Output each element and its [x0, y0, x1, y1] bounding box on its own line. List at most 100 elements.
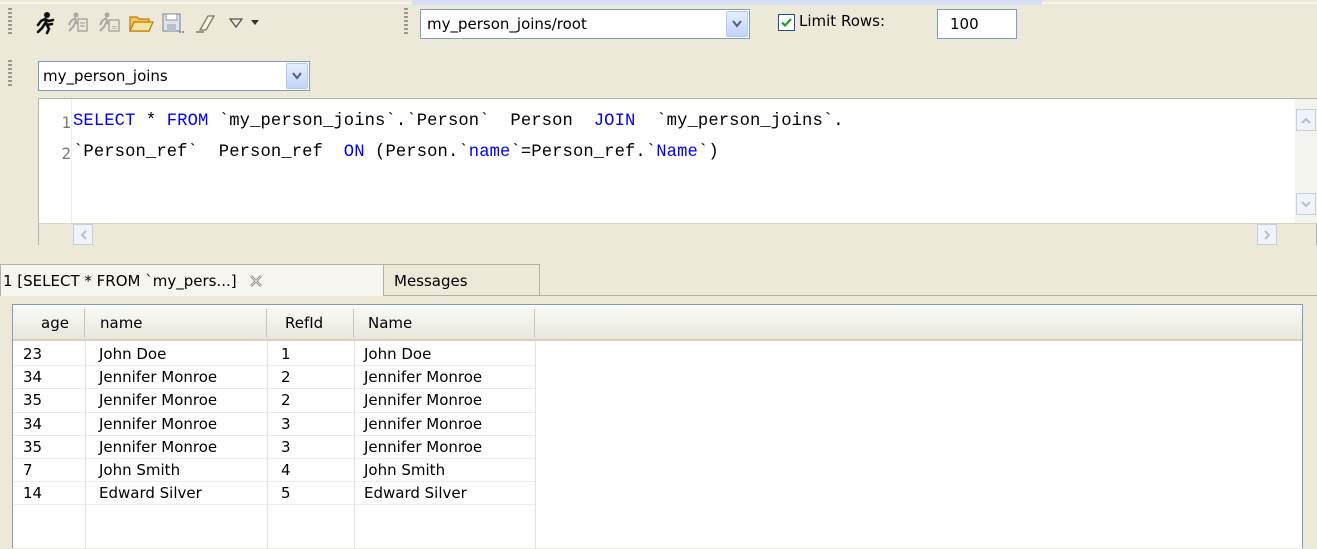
clear-icon[interactable]	[192, 10, 218, 36]
table-cell[interactable]: 2	[281, 389, 291, 412]
execute-current-icon[interactable]	[64, 10, 90, 36]
table-cell[interactable]: 1	[281, 343, 291, 366]
keyword-on: ON	[343, 143, 365, 162]
line-number: 1	[61, 113, 71, 132]
line-number: 2	[61, 144, 71, 163]
table-cell[interactable]: Jennifer Monroe	[364, 436, 482, 459]
code-text: `my_person_joins`.`Person` Person	[208, 112, 594, 131]
scroll-down-button[interactable]	[1296, 193, 1316, 215]
execute-icon[interactable]	[32, 10, 58, 36]
connection-select[interactable]: my_person_joins/root	[420, 9, 750, 39]
table-cell[interactable]: 23	[23, 343, 42, 366]
chevron-down-icon	[1301, 200, 1311, 207]
code-text: `my_person_joins`.	[635, 112, 844, 131]
column-divider[interactable]	[84, 309, 85, 337]
chevron-right-icon	[1263, 229, 1270, 240]
chevron-down-icon[interactable]	[726, 11, 748, 37]
column-header-refid[interactable]: RefId	[285, 305, 323, 341]
table-cell[interactable]: John Doe	[364, 343, 431, 366]
grid-column-line	[85, 341, 86, 549]
tab-messages[interactable]: Messages	[384, 264, 540, 296]
table-cell[interactable]: 14	[23, 482, 42, 505]
code-text: (Person.`	[364, 143, 469, 162]
code-text: `=Person_ref.`	[510, 143, 657, 162]
table-cell[interactable]: Jennifer Monroe	[99, 413, 217, 436]
column-divider[interactable]	[353, 309, 354, 337]
table-cell[interactable]: 34	[23, 413, 42, 436]
result-tabs: 1 [SELECT * FROM `my_pers...] Messages	[0, 262, 1317, 296]
table-cell[interactable]: Jennifer Monroe	[364, 413, 482, 436]
scroll-right-button[interactable]	[1257, 224, 1277, 245]
toolbar-highlight	[412, 0, 1042, 5]
toolbar-grip-2[interactable]	[8, 60, 12, 86]
table-cell[interactable]: Jennifer Monroe	[99, 389, 217, 412]
table-cell[interactable]: Edward Silver	[99, 482, 202, 505]
table-cell[interactable]: 2	[281, 366, 291, 389]
toolbar-separator-grip	[404, 8, 408, 36]
table-cell[interactable]: John Smith	[99, 459, 180, 482]
limit-rows-input[interactable]: 100	[937, 9, 1017, 39]
open-file-icon[interactable]	[128, 10, 154, 36]
horizontal-scrollbar[interactable]	[39, 223, 1316, 245]
result-grid[interactable]: age name RefId Name 23 John Doe 1 John Doe 3…	[12, 304, 1303, 549]
column-divider[interactable]	[534, 309, 535, 337]
grid-column-line	[267, 341, 268, 549]
column-identifier: Name	[656, 143, 698, 162]
column-divider[interactable]	[266, 309, 267, 337]
grid-column-line	[354, 341, 355, 549]
table-cell[interactable]: 4	[281, 459, 291, 482]
toolbar-grip[interactable]	[8, 8, 12, 36]
chevron-down-icon[interactable]	[286, 63, 308, 89]
chevron-left-icon	[80, 229, 87, 240]
explain-icon[interactable]: ≈	[96, 10, 122, 36]
sql-editor[interactable]: 1 2 SELECT * FROM `my_person_joins`.`Per…	[38, 98, 1317, 245]
vertical-scrollbar[interactable]	[1295, 99, 1317, 223]
close-icon[interactable]	[249, 274, 263, 288]
column-identifier: name	[468, 143, 511, 162]
code-line-1: SELECT * FROM `my_person_joins`.`Person`…	[73, 112, 844, 131]
table-cell[interactable]: 35	[23, 436, 42, 459]
svg-text:≈: ≈	[111, 23, 118, 32]
tab-result-1[interactable]: 1 [SELECT * FROM `my_pers...]	[0, 264, 384, 296]
code-line-2: `Person_ref` Person_ref ON (Person.`name…	[73, 143, 719, 162]
table-cell[interactable]: 3	[281, 436, 291, 459]
code-text: `)	[697, 143, 719, 162]
save-icon[interactable]	[160, 10, 186, 36]
connection-select-value: my_person_joins/root	[427, 15, 587, 33]
database-select[interactable]: my_person_joins	[38, 61, 310, 91]
table-cell[interactable]: 5	[281, 482, 291, 505]
table-cell[interactable]: 3	[281, 413, 291, 436]
small-dropdown-icon[interactable]	[246, 10, 264, 36]
table-cell[interactable]: Jennifer Monroe	[364, 389, 482, 412]
table-cell[interactable]: 7	[23, 459, 33, 482]
limit-rows-checkbox[interactable]	[778, 14, 795, 31]
toolbar: ≈ my_person_joins/root Limit Rows: 100 m…	[0, 0, 1317, 92]
scroll-left-button[interactable]	[73, 224, 93, 245]
table-cell[interactable]: Jennifer Monroe	[99, 436, 217, 459]
dropdown-arrow-icon[interactable]	[226, 10, 246, 36]
table-cell[interactable]: Jennifer Monroe	[99, 366, 217, 389]
code-text: *	[135, 112, 167, 131]
table-cell[interactable]: John Smith	[364, 459, 445, 482]
chevron-up-icon	[1301, 117, 1311, 124]
row-divider	[13, 504, 535, 506]
table-cell[interactable]: Edward Silver	[364, 482, 467, 505]
tab-result-label: 1 [SELECT * FROM `my_pers...]	[3, 271, 237, 290]
limit-rows-label: Limit Rows:	[799, 12, 886, 30]
table-cell[interactable]: Jennifer Monroe	[364, 366, 482, 389]
database-select-value: my_person_joins	[43, 67, 168, 85]
table-cell[interactable]: John Doe	[99, 343, 166, 366]
checkmark-icon	[781, 18, 792, 28]
column-header-age[interactable]: age	[13, 305, 79, 341]
scroll-up-button[interactable]	[1296, 109, 1316, 131]
grid-header	[13, 305, 1302, 341]
code-text: `Person_ref` Person_ref	[73, 143, 344, 162]
table-cell[interactable]: 35	[23, 389, 42, 412]
row-divider	[13, 458, 535, 459]
table-cell[interactable]: 34	[23, 366, 42, 389]
keyword-select: SELECT	[73, 112, 136, 131]
column-header-name[interactable]: name	[100, 305, 143, 341]
column-header-ref-name[interactable]: Name	[368, 305, 412, 341]
grid-column-line	[535, 341, 536, 549]
keyword-from: FROM	[166, 112, 209, 131]
